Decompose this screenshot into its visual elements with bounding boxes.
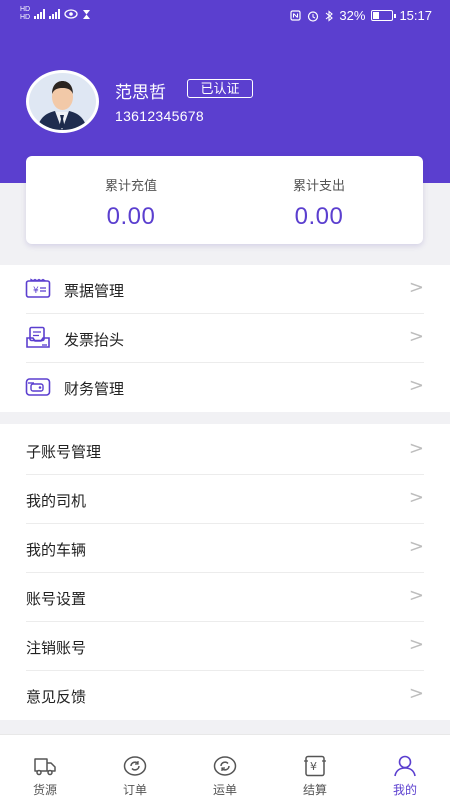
verified-badge: 已认证 — [187, 79, 253, 98]
profile-icon — [394, 755, 416, 777]
menu-item-label: 发票抬头 — [64, 332, 125, 349]
eye-icon — [64, 9, 78, 19]
stat-label: 累计充值 — [104, 178, 157, 193]
menu-item-receipts[interactable]: ¥ 票据管理 > — [0, 265, 450, 314]
order-icon — [123, 756, 147, 776]
chevron-right-icon: > — [408, 487, 424, 508]
chevron-right-icon: > — [408, 277, 424, 298]
menu-item-label: 子账号管理 — [26, 444, 102, 461]
tab-mine[interactable]: 我的 — [360, 735, 450, 800]
clock: 15:17 — [399, 8, 432, 23]
svg-text:¥: ¥ — [310, 760, 317, 773]
tab-label: 我的 — [392, 783, 417, 797]
chevron-right-icon: > — [408, 326, 424, 347]
stat-value: 0.00 — [106, 203, 156, 230]
tab-orders[interactable]: 订单 — [90, 735, 180, 800]
menu-item-account-settings[interactable]: 账号设置 > — [0, 573, 450, 622]
bottom-tab-bar: 货源 订单 运单 ¥ 结算 我的 — [0, 734, 450, 800]
menu-item-label: 我的车辆 — [26, 542, 87, 559]
signal-icon — [34, 9, 46, 19]
bluetooth-icon — [326, 9, 334, 22]
menu-item-finance[interactable]: 财务管理 > — [0, 363, 450, 412]
menu-item-label: 财务管理 — [64, 381, 125, 398]
avatar-person-icon — [37, 81, 87, 130]
stats-card: 累计充值 0.00 累计支出 0.00 — [26, 156, 423, 244]
user-name: 范思哲 — [115, 83, 166, 102]
signal-icon — [49, 9, 61, 19]
tab-label: 订单 — [122, 783, 147, 797]
status-left: HD HD — [20, 6, 91, 22]
alarm-icon — [308, 10, 319, 22]
stat-label: 累计支出 — [292, 178, 345, 193]
menu-item-my-vehicles[interactable]: 我的车辆 > — [0, 524, 450, 573]
waybill-icon — [213, 756, 237, 776]
stat-value: 0.00 — [294, 203, 344, 230]
status-bar: HD HD 32% 15:17 — [0, 0, 450, 32]
menu-item-sub-accounts[interactable]: 子账号管理 > — [0, 426, 450, 475]
chevron-right-icon: > — [408, 536, 424, 557]
chevron-right-icon: > — [408, 634, 424, 655]
menu-item-invoice-title[interactable]: 发票抬头 > — [0, 314, 450, 363]
nfc-icon — [290, 10, 302, 21]
finance-menu: ¥ 票据管理 > 发票抬头 > 财务管理 > — [0, 265, 450, 412]
hourglass-icon — [83, 9, 91, 19]
receipt-icon: ¥ — [25, 278, 51, 298]
chevron-right-icon: > — [408, 375, 424, 396]
menu-item-label: 我的司机 — [26, 493, 87, 510]
tab-settlement[interactable]: ¥ 结算 — [270, 735, 360, 800]
wallet-icon — [25, 378, 51, 396]
battery-percent: 32% — [339, 8, 366, 23]
stat-total-expense[interactable]: 累计支出 0.00 — [220, 156, 418, 244]
menu-item-feedback[interactable]: 意见反馈 > — [0, 671, 450, 720]
invoice-icon — [26, 326, 50, 348]
chevron-right-icon: > — [408, 683, 424, 704]
settlement-icon: ¥ — [304, 755, 326, 777]
menu-item-delete-account[interactable]: 注销账号 > — [0, 622, 450, 671]
menu-item-label: 注销账号 — [26, 640, 87, 657]
hd-icon: HD HD — [20, 6, 31, 21]
menu-item-label: 账号设置 — [26, 591, 87, 608]
status-right: 32% 15:17 — [290, 8, 432, 23]
chevron-right-icon: > — [408, 585, 424, 606]
user-phone: 13612345678 — [115, 108, 204, 124]
chevron-right-icon: > — [408, 438, 424, 459]
tab-label: 结算 — [302, 783, 327, 797]
tab-label: 货源 — [32, 783, 57, 797]
battery-icon — [371, 10, 397, 21]
stat-total-recharge[interactable]: 累计充值 0.00 — [32, 156, 230, 244]
svg-text:¥: ¥ — [33, 286, 39, 296]
tab-cargo[interactable]: 货源 — [0, 735, 90, 800]
account-menu: 子账号管理 > 我的司机 > 我的车辆 > 账号设置 > 注销账号 > 意见反馈… — [0, 424, 450, 720]
avatar[interactable] — [26, 70, 99, 133]
tab-label: 运单 — [212, 783, 237, 797]
truck-icon — [34, 758, 56, 776]
tab-waybills[interactable]: 运单 — [180, 735, 270, 800]
menu-item-label: 意见反馈 — [26, 689, 87, 706]
menu-item-my-drivers[interactable]: 我的司机 > — [0, 475, 450, 524]
menu-item-label: 票据管理 — [64, 283, 125, 300]
